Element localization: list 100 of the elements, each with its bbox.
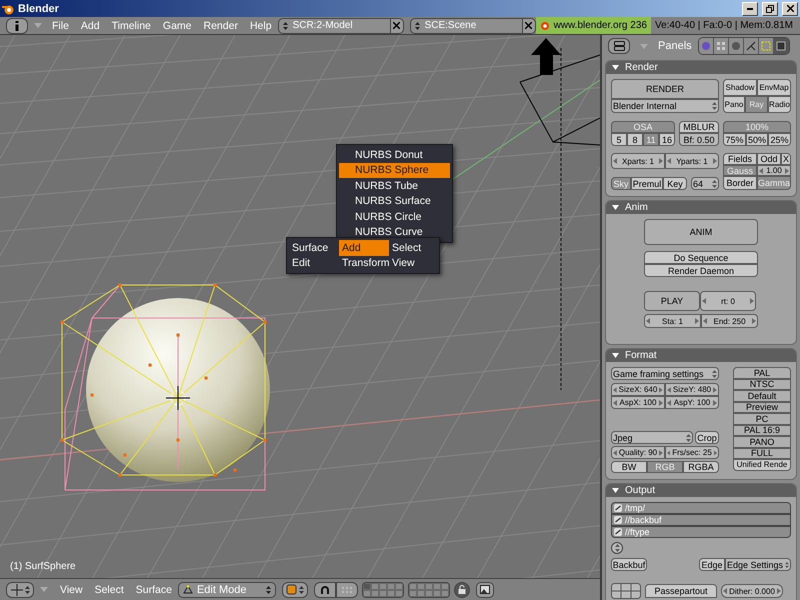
number-field[interactable]: 1.00 bbox=[757, 165, 791, 176]
toggle-button[interactable]: Pano bbox=[723, 96, 745, 113]
manipulator-mode-button[interactable] bbox=[336, 582, 358, 598]
render-button[interactable]: RENDER bbox=[611, 79, 719, 99]
play-button[interactable]: PLAY bbox=[644, 291, 700, 311]
toggle-button[interactable]: Crop bbox=[695, 431, 719, 444]
dropdown[interactable]: Edge Settings bbox=[725, 558, 791, 571]
option-button[interactable]: 8 bbox=[627, 133, 643, 146]
dropdown[interactable]: Jpeg bbox=[611, 431, 693, 444]
number-field[interactable]: Bf: 0.50 bbox=[679, 133, 719, 146]
number-field[interactable]: SizeY: 480 bbox=[665, 383, 719, 396]
toggle-button[interactable]: Border bbox=[723, 176, 757, 190]
menu-item[interactable]: File bbox=[46, 18, 75, 34]
number-field[interactable]: End: 250 bbox=[701, 314, 758, 328]
menu-item[interactable]: View bbox=[389, 256, 439, 271]
preset-button[interactable]: Default bbox=[733, 390, 791, 402]
option-button[interactable]: 50% bbox=[746, 133, 768, 146]
3d-viewport[interactable]: NURBS Donut NURBS Sphere NURBS Tube NURBS Surface NURBS Circle NURBS Curve Surface Add Select Edit Transform View (1) SurfSphere bbox=[0, 35, 600, 578]
menu-item[interactable]: NURBS Tube bbox=[339, 178, 450, 194]
context-tab[interactable] bbox=[758, 38, 774, 54]
panel-header[interactable]: Output bbox=[606, 484, 796, 497]
preset-button[interactable]: NTSC bbox=[733, 378, 791, 390]
toggle-button[interactable]: Fields bbox=[723, 153, 757, 165]
pivot-button[interactable] bbox=[282, 582, 308, 598]
layer-buttons[interactable] bbox=[362, 582, 404, 598]
render-view-button[interactable] bbox=[476, 582, 494, 598]
toggle-button[interactable]: EnvMap bbox=[757, 79, 791, 96]
panel-header[interactable]: Anim bbox=[606, 201, 796, 214]
window-type-button[interactable] bbox=[608, 38, 630, 54]
toggle-button[interactable]: Unified Rende bbox=[733, 459, 791, 470]
menu-item[interactable]: NURBS Curve bbox=[339, 224, 450, 240]
context-tab[interactable] bbox=[714, 38, 729, 54]
context-tab[interactable] bbox=[698, 38, 714, 54]
menu-item[interactable]: Add bbox=[74, 18, 106, 34]
info-window-button[interactable] bbox=[6, 18, 28, 34]
toggle-button[interactable]: Edge bbox=[699, 558, 725, 571]
toggle-button[interactable]: Do Sequence bbox=[644, 251, 758, 264]
preset-button[interactable]: FULL bbox=[733, 448, 791, 459]
number-field[interactable]: rt: 0 bbox=[700, 291, 756, 311]
number-field[interactable]: AspY: 100 bbox=[665, 396, 719, 409]
window-type-button[interactable] bbox=[6, 582, 34, 598]
updown-button[interactable] bbox=[611, 542, 623, 554]
menu-item[interactable]: Select bbox=[88, 582, 130, 598]
context-tab[interactable] bbox=[774, 38, 789, 54]
toggle-button[interactable]: X bbox=[781, 153, 791, 165]
number-field[interactable]: Sta: 1 bbox=[644, 314, 701, 328]
menu-item[interactable]: Surface bbox=[289, 240, 339, 256]
menu-item[interactable]: NURBS Donut bbox=[339, 147, 450, 162]
menu-item[interactable]: Game bbox=[156, 18, 198, 34]
menu-item[interactable]: Edit bbox=[289, 256, 339, 271]
menu-item[interactable]: Surface bbox=[130, 582, 178, 598]
dropdown[interactable]: Game framing settings bbox=[611, 367, 719, 380]
close-button[interactable] bbox=[782, 2, 798, 16]
menu-item[interactable]: View bbox=[54, 582, 89, 598]
menu-item[interactable]: Help bbox=[244, 18, 278, 34]
dropdown[interactable]: 64 bbox=[691, 177, 719, 190]
number-field[interactable]: Xparts: 1 bbox=[611, 153, 665, 169]
menu-item[interactable]: NURBS Surface bbox=[339, 194, 450, 209]
number-field[interactable]: Dither: 0.000 bbox=[721, 584, 783, 598]
number-field[interactable]: AspX: 100 bbox=[611, 396, 665, 409]
menu-item[interactable]: Add bbox=[339, 240, 389, 256]
number-field[interactable]: Quality: 90 bbox=[611, 446, 665, 459]
delete-screen-button[interactable] bbox=[390, 18, 404, 34]
panel-header[interactable]: Format bbox=[606, 349, 796, 362]
dropdown[interactable]: Blender Internal bbox=[611, 99, 719, 113]
toggle-button[interactable]: Render Daemon bbox=[644, 264, 758, 277]
number-field[interactable]: SizeX: 640 bbox=[611, 383, 665, 396]
menu-item[interactable]: Select bbox=[389, 240, 439, 256]
option-button[interactable]: 5 bbox=[611, 133, 627, 146]
toggle-button[interactable]: Backbuf bbox=[611, 558, 647, 571]
number-field[interactable]: Yparts: 1 bbox=[665, 153, 719, 169]
toggle-button[interactable]: Odd bbox=[757, 153, 781, 165]
menu-item[interactable]: NURBS Circle bbox=[339, 209, 450, 224]
option-button[interactable]: Key bbox=[663, 177, 687, 190]
website-link[interactable]: www.blender.org 236 bbox=[536, 17, 651, 34]
option-button[interactable]: Premul bbox=[631, 177, 663, 190]
anim-button[interactable]: ANIM bbox=[644, 219, 758, 245]
preset-button[interactable]: PAL 16:9 bbox=[733, 424, 791, 436]
menu-item[interactable]: NURBS Sphere bbox=[339, 162, 450, 178]
option-button[interactable]: 75% bbox=[723, 133, 746, 146]
option-button[interactable]: RGBA bbox=[683, 461, 719, 473]
minimize-button[interactable] bbox=[742, 2, 758, 16]
preset-button[interactable]: PAL bbox=[733, 367, 791, 378]
toggle-button[interactable]: MBLUR bbox=[679, 121, 719, 133]
toggle-button[interactable]: Passepartout bbox=[645, 584, 717, 598]
panel-header[interactable]: Render bbox=[606, 61, 796, 74]
manipulator-button[interactable] bbox=[314, 582, 336, 598]
number-field[interactable]: Frs/sec: 25 bbox=[665, 446, 719, 459]
delete-scene-button[interactable] bbox=[522, 18, 536, 34]
lock-button[interactable] bbox=[454, 582, 470, 598]
preset-button[interactable]: Preview bbox=[733, 402, 791, 413]
option-button[interactable]: 16 bbox=[659, 133, 675, 146]
maximize-button[interactable] bbox=[762, 2, 778, 16]
menu-item[interactable]: Timeline bbox=[106, 18, 157, 34]
menu-item[interactable]: Transform bbox=[339, 256, 389, 271]
toggle-button[interactable]: Radio bbox=[768, 96, 791, 113]
preset-button[interactable]: PC bbox=[733, 413, 791, 424]
context-tab[interactable] bbox=[744, 38, 759, 54]
option-button[interactable]: BW bbox=[611, 461, 647, 473]
layer-buttons[interactable] bbox=[408, 582, 450, 598]
